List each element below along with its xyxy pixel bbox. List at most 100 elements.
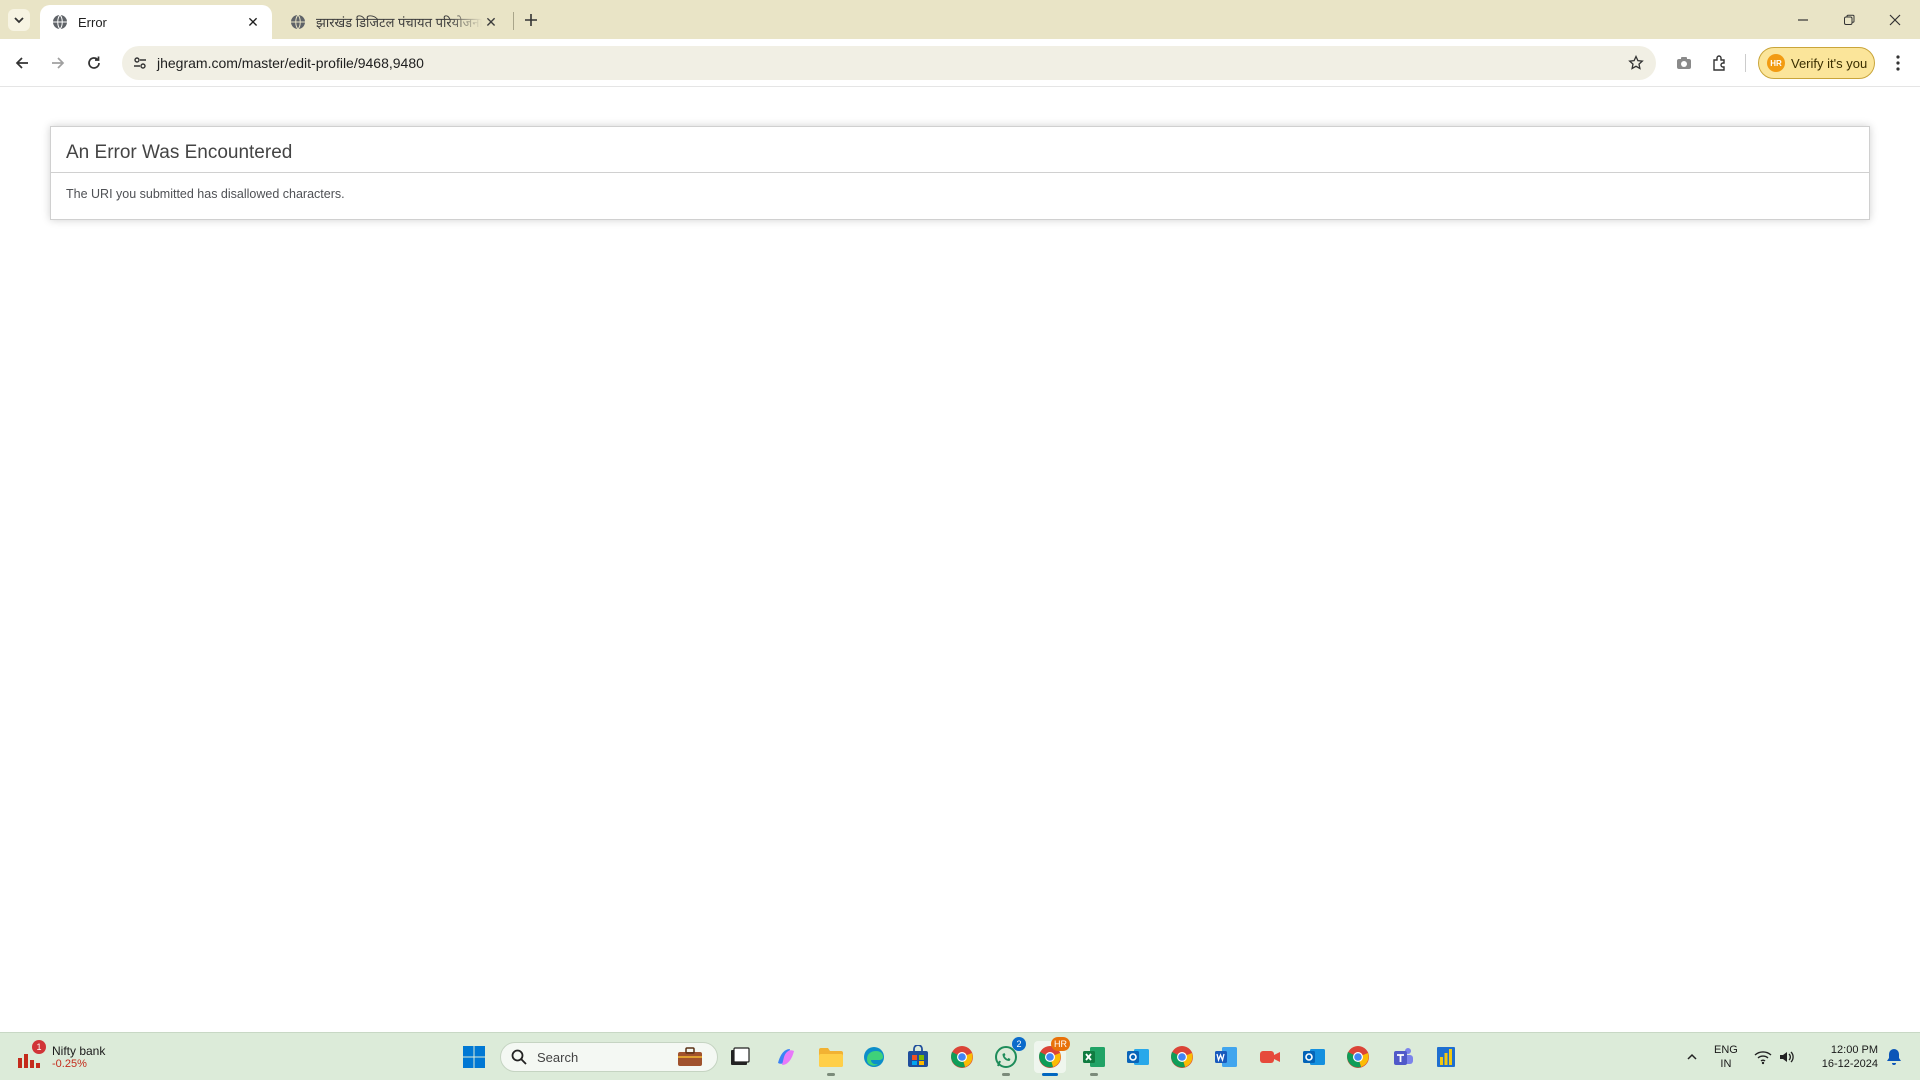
tab-jharkhand[interactable]: झारखंड डिजिटल पंचायत परियोजना ✕ xyxy=(278,5,510,39)
verify-identity-chip[interactable]: HR Verify it's you xyxy=(1758,47,1875,79)
start-button[interactable] xyxy=(458,1041,490,1073)
minimize-button[interactable] xyxy=(1780,0,1826,39)
widget-title: Nifty bank xyxy=(52,1044,106,1058)
profile-badge: HR xyxy=(1051,1037,1070,1051)
outlook-app[interactable] xyxy=(1298,1041,1330,1073)
region-code: IN xyxy=(1720,1058,1732,1070)
close-window-button[interactable] xyxy=(1872,0,1918,39)
folder-icon xyxy=(819,1048,843,1067)
word-icon xyxy=(1215,1047,1237,1067)
profile-avatar: HR xyxy=(1767,54,1785,72)
chrome-icon xyxy=(1171,1046,1193,1068)
edge-icon xyxy=(864,1047,884,1067)
briefcase-icon xyxy=(678,1047,702,1066)
new-tab-button[interactable] xyxy=(520,9,542,31)
copilot-icon xyxy=(778,1049,794,1065)
tab-divider xyxy=(513,12,514,30)
outlook-icon xyxy=(1127,1049,1149,1065)
task-view-icon xyxy=(731,1047,750,1065)
stock-widget[interactable]: 1 Nifty bank -0.25% xyxy=(16,1039,105,1075)
restore-icon xyxy=(1844,14,1855,25)
microsoft-store-app[interactable] xyxy=(902,1041,934,1073)
task-view-button[interactable] xyxy=(724,1041,756,1073)
close-tab-icon[interactable]: ✕ xyxy=(482,13,500,31)
stock-chart-icon: 1 xyxy=(16,1040,46,1070)
close-tab-icon[interactable]: ✕ xyxy=(244,13,262,31)
error-message: The URI you submitted has disallowed cha… xyxy=(66,187,345,201)
active-indicator xyxy=(1042,1073,1058,1076)
forward-button[interactable] xyxy=(44,49,72,77)
arrow-left-icon xyxy=(15,57,28,69)
running-indicator xyxy=(827,1073,835,1076)
chrome-app[interactable] xyxy=(946,1041,978,1073)
wifi-icon xyxy=(1754,1051,1772,1065)
language-indicator[interactable]: ENG IN xyxy=(1714,1043,1738,1071)
tab-title: Error xyxy=(78,14,107,30)
tab-title: झारखंड डिजिटल पंचायत परियोजना xyxy=(316,15,482,30)
excel-app[interactable] xyxy=(1078,1041,1110,1076)
close-icon xyxy=(1889,14,1901,25)
search-placeholder: Search xyxy=(537,1049,579,1065)
search-icon xyxy=(511,1049,527,1065)
whatsapp-app[interactable]: 2 xyxy=(990,1037,1026,1076)
teams-app[interactable] xyxy=(1386,1041,1418,1073)
error-heading: An Error Was Encountered xyxy=(51,127,1869,173)
windows-logo-icon xyxy=(463,1046,485,1068)
browser-menu-button[interactable] xyxy=(1886,51,1910,75)
tab-search-button[interactable] xyxy=(8,9,30,31)
toolbar-divider xyxy=(1745,54,1746,72)
browser-tab-strip: Error ✕ झारखंड डिजिटल पंचायत परियोजना ✕ xyxy=(0,0,1920,39)
notification-badge: 2 xyxy=(1012,1037,1026,1051)
power-bi-app[interactable] xyxy=(1430,1041,1462,1073)
globe-icon xyxy=(291,14,305,30)
video-app[interactable] xyxy=(1254,1041,1286,1073)
chevron-down-icon xyxy=(14,17,24,24)
restore-button[interactable] xyxy=(1826,0,1872,39)
network-volume-button[interactable] xyxy=(1752,1041,1798,1073)
kebab-menu-icon xyxy=(1896,55,1900,71)
bookmark-star-icon[interactable] xyxy=(1626,53,1646,73)
edge-app[interactable] xyxy=(858,1041,890,1073)
outlook-classic-app[interactable] xyxy=(1122,1041,1154,1073)
chrome-icon xyxy=(951,1046,973,1068)
arrow-right-icon xyxy=(52,57,65,69)
plus-icon xyxy=(525,14,537,26)
store-bag-icon xyxy=(908,1045,928,1067)
system-clock[interactable]: 12:00 PM 16-12-2024 xyxy=(1800,1043,1878,1071)
tab-error[interactable]: Error ✕ xyxy=(40,5,272,39)
show-hidden-icons-button[interactable] xyxy=(1680,1041,1704,1073)
verify-label: Verify it's you xyxy=(1791,55,1868,71)
chrome-tertiary-app[interactable] xyxy=(1342,1041,1374,1073)
power-bi-icon xyxy=(1437,1047,1455,1067)
chevron-up-icon xyxy=(1687,1053,1697,1060)
site-info-icon[interactable] xyxy=(130,53,150,73)
teams-icon xyxy=(1394,1048,1413,1065)
back-button[interactable] xyxy=(8,49,36,77)
outlook-icon xyxy=(1303,1049,1325,1065)
volume-icon xyxy=(1780,1051,1794,1063)
error-container: An Error Was Encountered The URI you sub… xyxy=(50,126,1870,220)
file-explorer-app[interactable] xyxy=(815,1041,847,1076)
widget-change: -0.25% xyxy=(52,1058,87,1070)
chrome-secondary-app[interactable] xyxy=(1166,1041,1198,1073)
camera-icon[interactable] xyxy=(1672,51,1696,75)
running-indicator xyxy=(1002,1073,1010,1076)
word-app[interactable] xyxy=(1210,1041,1242,1073)
reload-button[interactable] xyxy=(80,49,108,77)
globe-icon xyxy=(53,14,67,30)
copilot-app[interactable] xyxy=(770,1041,802,1073)
taskbar-search[interactable]: Search xyxy=(500,1042,718,1072)
widget-badge: 1 xyxy=(32,1040,46,1054)
extensions-puzzle-icon[interactable] xyxy=(1708,51,1732,75)
bell-icon xyxy=(1887,1049,1901,1065)
language-code: ENG xyxy=(1714,1044,1738,1056)
chrome-icon xyxy=(1347,1046,1369,1068)
video-camera-icon xyxy=(1260,1051,1280,1063)
windows-taskbar: 1 Nifty bank -0.25% Search 2 HR ENG IN 1… xyxy=(0,1032,1920,1080)
chrome-profile-app[interactable]: HR xyxy=(1034,1037,1070,1076)
notifications-button[interactable] xyxy=(1882,1041,1906,1073)
clock-time: 12:00 PM xyxy=(1830,1044,1878,1056)
running-indicator xyxy=(1090,1073,1098,1076)
url-text[interactable]: jhegram.com/master/edit-profile/9468,948… xyxy=(157,55,424,71)
address-bar[interactable]: jhegram.com/master/edit-profile/9468,948… xyxy=(122,46,1656,80)
